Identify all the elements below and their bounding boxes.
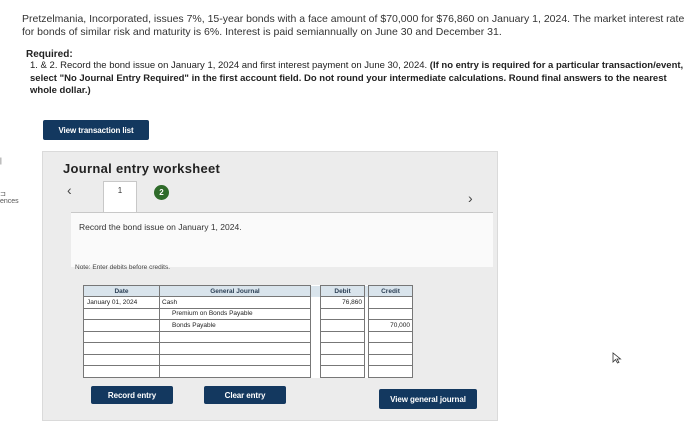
table-row: Bonds Payable 70,000 xyxy=(83,319,413,332)
entry-instruction: Record the bond issue on January 1, 2024… xyxy=(79,222,242,232)
credit-cell[interactable] xyxy=(368,307,413,320)
table-header-row: Date General Journal Debit Credit xyxy=(83,285,413,297)
view-transaction-list-button[interactable]: View transaction list xyxy=(43,120,149,140)
account-cell[interactable] xyxy=(159,330,311,343)
debit-cell[interactable] xyxy=(320,365,365,378)
credit-cell[interactable] xyxy=(368,296,413,309)
entry-panel: Record the bond issue on January 1, 2024… xyxy=(71,212,493,267)
debit-cell[interactable]: 76,860 xyxy=(320,296,365,309)
account-cell[interactable] xyxy=(159,353,311,366)
chevron-right-icon[interactable]: › xyxy=(468,190,473,206)
credit-cell[interactable] xyxy=(368,365,413,378)
col-debit-header: Debit xyxy=(320,285,365,297)
debit-cell[interactable] xyxy=(320,319,365,332)
account-cell[interactable]: Bonds Payable xyxy=(159,319,311,332)
date-cell[interactable] xyxy=(83,342,160,355)
journal-table: Date General Journal Debit Credit Januar… xyxy=(83,285,413,378)
left-edge-mark: | xyxy=(0,158,2,165)
required-heading: Required: xyxy=(26,49,73,60)
journal-entry-worksheet: Journal entry worksheet ‹ › 1 2 Record t… xyxy=(42,151,498,421)
debit-cell[interactable] xyxy=(320,330,365,343)
chevron-left-icon[interactable]: ‹ xyxy=(67,182,72,198)
account-cell[interactable]: Premium on Bonds Payable xyxy=(159,307,311,320)
credit-cell[interactable] xyxy=(368,342,413,355)
col-journal-header: General Journal xyxy=(159,285,311,297)
table-row xyxy=(83,342,413,355)
debit-cell[interactable] xyxy=(320,353,365,366)
tab-entry-2[interactable]: 2 xyxy=(154,185,169,200)
date-cell[interactable] xyxy=(83,353,160,366)
mouse-cursor-icon xyxy=(612,352,622,364)
account-cell[interactable] xyxy=(159,365,311,378)
account-cell[interactable]: Cash xyxy=(159,296,311,309)
required-text: 1. & 2. Record the bond issue on January… xyxy=(30,60,428,71)
table-row xyxy=(83,365,413,378)
credit-cell[interactable] xyxy=(368,353,413,366)
debit-cell[interactable] xyxy=(320,307,365,320)
date-cell[interactable] xyxy=(83,307,160,320)
tab-entry-1[interactable]: 1 xyxy=(103,181,137,214)
date-cell[interactable] xyxy=(83,365,160,378)
required-instructions: 1. & 2. Record the bond issue on January… xyxy=(30,60,694,98)
left-edge-mark: ⊐ xyxy=(0,191,6,198)
table-row xyxy=(83,353,413,366)
credit-cell[interactable]: 70,000 xyxy=(368,319,413,332)
clear-entry-button[interactable]: Clear entry xyxy=(204,386,286,404)
worksheet-title: Journal entry worksheet xyxy=(63,161,221,176)
problem-statement: Pretzelmania, Incorporated, issues 7%, 1… xyxy=(22,13,685,38)
date-cell[interactable] xyxy=(83,330,160,343)
note-text: Note: Enter debits before credits. xyxy=(75,264,171,271)
table-row xyxy=(83,330,413,343)
credit-cell[interactable] xyxy=(368,330,413,343)
account-cell[interactable] xyxy=(159,342,311,355)
left-edge-text: ences xyxy=(0,198,19,205)
debit-cell[interactable] xyxy=(320,342,365,355)
view-general-journal-button[interactable]: View general journal xyxy=(379,389,477,409)
table-row: January 01, 2024 Cash 76,860 xyxy=(83,296,413,309)
record-entry-button[interactable]: Record entry xyxy=(91,386,173,404)
col-date-header: Date xyxy=(83,285,160,297)
table-row: Premium on Bonds Payable xyxy=(83,307,413,320)
date-cell[interactable] xyxy=(83,319,160,332)
date-cell[interactable]: January 01, 2024 xyxy=(83,296,160,309)
col-credit-header: Credit xyxy=(368,285,413,297)
